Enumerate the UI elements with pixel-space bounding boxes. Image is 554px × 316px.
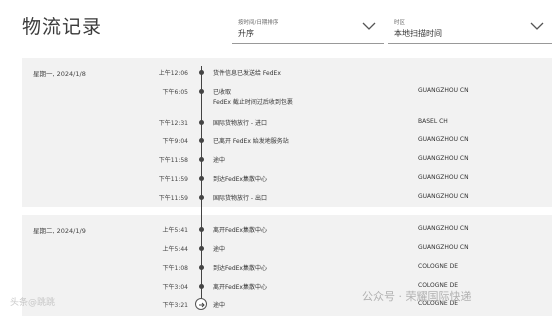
timeline-dot: [199, 120, 204, 125]
event-location: GUANGZHOU CN: [418, 136, 469, 143]
event-time: 下午11:59: [158, 176, 188, 183]
event-location: GUANGZHOU CN: [418, 174, 469, 181]
event-location: GUANGZHOU CN: [418, 244, 469, 251]
event-description: 途中: [213, 157, 226, 164]
timezone-select[interactable]: 时区 本地扫描时间: [388, 12, 552, 44]
watermark-left: 头条@跳跳: [10, 298, 56, 308]
event-time: 上午12:06: [158, 70, 188, 77]
timeline-dot: [199, 246, 204, 251]
timeline-event: 上午12:06 货件信息已发送给 FedEx: [0, 68, 554, 80]
event-description: 途中: [213, 302, 226, 309]
event-description: 离开FedEx集散中心: [213, 284, 267, 291]
event-location: GUANGZHOU CN: [418, 87, 469, 94]
event-description: 到达FedEx集散中心: [213, 176, 267, 183]
event-time: 下午9:04: [162, 138, 188, 145]
chevron-down-icon: [530, 22, 544, 30]
timeline-dot: [199, 265, 204, 270]
event-description: 到达FedEx集散中心: [213, 265, 267, 272]
timeline-event: 下午9:04 已离开 FedEx 始发地服务站 GUANGZHOU CN: [0, 136, 554, 148]
timeline-event: 下午12:31 国际货物放行 - 进口 BASEL CH: [0, 118, 554, 130]
event-location: GUANGZHOU CN: [418, 155, 469, 162]
event-description: 已收取: [213, 89, 232, 96]
event-time: 下午3:21: [162, 302, 188, 309]
sort-order-select[interactable]: 按时间/日期排序 升序: [232, 12, 384, 44]
timeline-dot: [199, 195, 204, 200]
event-description: 离开FedEx集散中心: [213, 227, 267, 234]
timeline-dot: [199, 138, 204, 143]
timeline-dot: [199, 157, 204, 162]
event-time: 下午11:59: [158, 195, 188, 202]
event-location: GUANGZHOU CN: [418, 225, 469, 232]
event-time: 上午5:41: [162, 227, 188, 234]
event-description: 货件信息已发送给 FedEx: [213, 70, 281, 77]
timeline-dot: [199, 89, 204, 94]
event-description: 国际货物放行 - 进口: [213, 120, 267, 127]
timezone-value: 本地扫描时间: [394, 29, 442, 38]
timeline-event: 上午5:41 离开FedEx集散中心 GUANGZHOU CN: [0, 225, 554, 237]
event-description: 途中: [213, 246, 226, 253]
timezone-caption: 时区: [394, 20, 406, 26]
event-time: 下午6:05: [162, 89, 188, 96]
timeline-event: 下午6:05 已收取 FedEx 截止时间过后收到包裹 GUANGZHOU CN: [0, 87, 554, 106]
timeline-dot: [199, 284, 204, 289]
timeline-event: 下午1:08 到达FedEx集散中心 COLOGNE DE: [0, 263, 554, 275]
event-note: FedEx 截止时间过后收到包裹: [213, 99, 293, 106]
timeline-dot: [199, 70, 204, 75]
event-time: 下午1:08: [162, 265, 188, 272]
sort-order-value: 升序: [238, 29, 254, 38]
event-location: BASEL CH: [418, 118, 448, 125]
event-time: 上午5:44: [162, 246, 188, 253]
event-description: 国际货物放行 - 出口: [213, 195, 267, 202]
chevron-down-icon: [362, 22, 376, 30]
sort-order-caption: 按时间/日期排序: [238, 20, 279, 26]
timeline-dot: [199, 176, 204, 181]
timeline-event: 上午5:44 途中 GUANGZHOU CN: [0, 244, 554, 256]
timeline-dot: [199, 227, 204, 232]
timeline-event: 下午11:58 途中 GUANGZHOU CN: [0, 155, 554, 167]
event-location: COLOGNE DE: [418, 263, 459, 270]
event-time: 下午11:58: [158, 157, 188, 164]
day-divider: [22, 207, 552, 215]
timeline-event: 下午11:59 国际货物放行 - 出口 GUANGZHOU CN: [0, 193, 554, 205]
timeline-event: 下午11:59 到达FedEx集散中心 GUANGZHOU CN: [0, 174, 554, 186]
event-description: 已离开 FedEx 始发地服务站: [213, 138, 289, 145]
page-title: 物流记录: [22, 16, 103, 38]
event-time: 下午3:04: [162, 284, 188, 291]
arrow-right-circle-icon: [195, 298, 207, 310]
event-location: GUANGZHOU CN: [418, 193, 469, 200]
watermark-right: 公众号 · 荣耀国际快递: [362, 290, 472, 303]
event-time: 下午12:31: [158, 120, 188, 127]
